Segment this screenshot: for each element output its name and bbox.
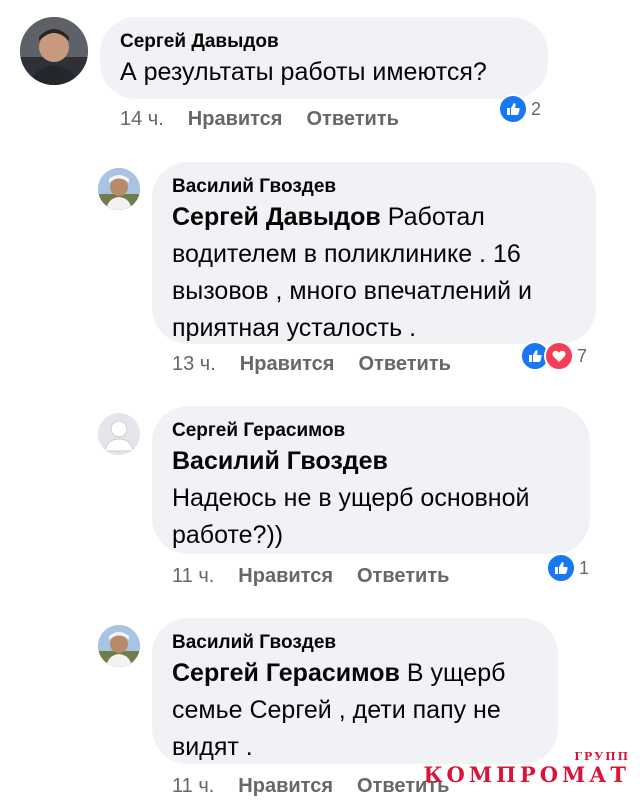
comment-time[interactable]: 14 ч.	[120, 108, 164, 130]
comment-author[interactable]: Сергей Герасимов	[172, 419, 570, 443]
reply-button[interactable]: Ответить	[357, 565, 449, 587]
comment-time[interactable]: 11 ч.	[172, 565, 214, 587]
avatar-vasily-gvozdev[interactable]	[98, 168, 140, 210]
heart-icon	[544, 341, 574, 371]
comment-text: Сергей Герасимов В ущерб семье Сергей , …	[172, 655, 538, 766]
default-avatar-icon	[98, 413, 140, 455]
reaction-count: 1	[579, 557, 590, 578]
person-photo-icon	[98, 625, 140, 667]
comment-time[interactable]: 13 ч.	[172, 353, 216, 375]
thumbs-up-icon	[546, 553, 576, 583]
watermark-logo: КОМПРОМАТ	[423, 762, 630, 787]
reaction-count: 7	[577, 345, 588, 366]
like-button[interactable]: Нравится	[238, 775, 333, 797]
person-photo-icon	[98, 168, 140, 210]
person-photo-icon	[20, 17, 88, 85]
comment-author[interactable]: Сергей Давыдов	[120, 30, 528, 54]
comment-actions: 14 ч. Нравится Ответить	[120, 108, 423, 131]
like-button[interactable]: Нравится	[238, 565, 333, 587]
comment-bubble: Сергей Давыдов А результаты работы имеют…	[100, 17, 548, 99]
comment-author[interactable]: Василий Гвоздев	[172, 175, 576, 199]
comment-author[interactable]: Василий Гвоздев	[172, 631, 538, 655]
avatar-sergey-gerasimov[interactable]	[98, 413, 140, 455]
avatar-sergey-davydov[interactable]	[20, 17, 88, 85]
comment-text: А результаты работы имеются?	[120, 58, 487, 86]
reactions[interactable]: 7	[520, 341, 587, 371]
comment-actions: 11 ч. Нравится Ответить	[172, 565, 473, 588]
thumbs-up-icon	[498, 94, 528, 124]
avatar-vasily-gvozdev[interactable]	[98, 625, 140, 667]
reactions[interactable]: 1	[546, 553, 589, 583]
comment-actions: 13 ч. Нравится Ответить	[172, 353, 475, 376]
reactions[interactable]: 2	[498, 94, 541, 124]
comment-bubble: Василий Гвоздев Сергей Давыдов Работал в…	[152, 162, 596, 344]
mention-link[interactable]: Сергей Герасимов	[172, 659, 400, 687]
like-button[interactable]: Нравится	[188, 108, 283, 130]
mention-link[interactable]: Василий Гвоздев	[172, 443, 570, 480]
comment-bubble: Сергей Герасимов Василий Гвоздев Надеюсь…	[152, 406, 590, 554]
comment-time[interactable]: 11 ч.	[172, 775, 214, 797]
like-button[interactable]: Нравится	[240, 353, 335, 375]
comment-body: Надеюсь не в ущерб основной работе?))	[172, 484, 530, 549]
reaction-count: 2	[531, 98, 542, 119]
mention-link[interactable]: Сергей Давыдов	[172, 203, 381, 231]
comment-text: Сергей Давыдов Работал водителем в полик…	[172, 199, 576, 347]
reply-button[interactable]: Ответить	[306, 108, 398, 130]
reply-button[interactable]: Ответить	[358, 353, 450, 375]
comment-bubble: Василий Гвоздев Сергей Герасимов В ущерб…	[152, 618, 558, 764]
